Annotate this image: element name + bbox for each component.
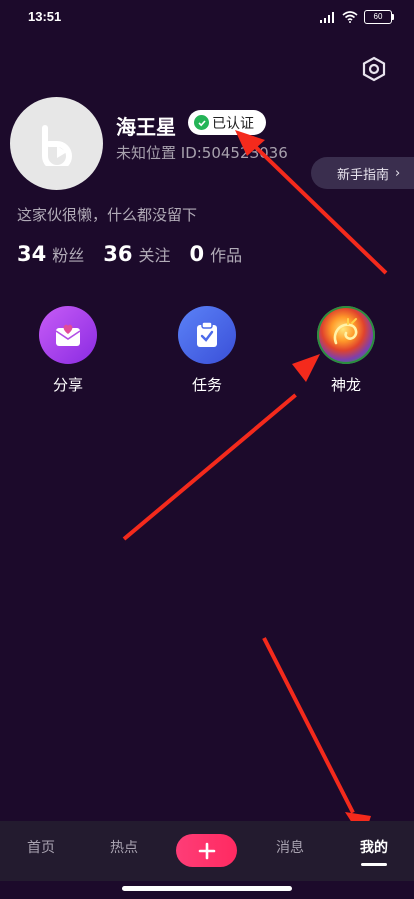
- stat-label: 关注: [138, 246, 171, 265]
- plus-icon: [198, 842, 215, 859]
- stat-number: 0: [189, 242, 205, 266]
- stat-label: 作品: [210, 246, 243, 265]
- chevron-right-icon: ›: [395, 165, 401, 181]
- add-button[interactable]: [176, 834, 237, 867]
- wifi-icon: [342, 11, 358, 23]
- stat-number: 36: [103, 242, 133, 266]
- nav-item-hot[interactable]: 热点: [110, 837, 138, 857]
- username: 海王星: [116, 115, 176, 139]
- nav-active-indicator: [361, 863, 387, 866]
- checkmark-icon: [194, 115, 209, 130]
- nav-item-messages[interactable]: 消息: [276, 837, 304, 857]
- dragon-icon: [317, 306, 375, 364]
- mail-heart-icon: [39, 306, 97, 364]
- nav-item-home[interactable]: 首页: [27, 837, 55, 857]
- annotation-arrow: [122, 393, 297, 541]
- home-indicator[interactable]: [122, 886, 292, 891]
- status-time: 13:51: [28, 9, 62, 24]
- avatar[interactable]: [10, 97, 103, 190]
- annotation-arrow: [262, 637, 355, 814]
- arrowhead-icon: [292, 354, 320, 382]
- status-icons: 60: [320, 10, 394, 24]
- guide-label: 新手指南: [337, 167, 390, 183]
- app-logo-icon: [41, 124, 72, 166]
- stats-row: 34 粉丝 36 关注 0 作品: [17, 242, 261, 266]
- gear-icon: [362, 56, 386, 82]
- guide-button[interactable]: 新手指南 ›: [311, 157, 414, 189]
- grid-label: 任务: [191, 376, 222, 394]
- bio: 这家伙很懒，什么都没留下: [17, 206, 198, 224]
- stat-fans[interactable]: 34 粉丝: [17, 242, 84, 266]
- grid-item-share[interactable]: 分享: [28, 306, 108, 395]
- battery-icon: 60: [364, 10, 394, 24]
- signal-icon: [320, 11, 334, 23]
- grid-item-task[interactable]: 任务: [167, 306, 247, 395]
- stat-number: 34: [17, 242, 47, 266]
- nav-item-me[interactable]: 我的: [360, 837, 388, 857]
- grid-label: 分享: [52, 376, 83, 394]
- settings-button[interactable]: [360, 55, 388, 83]
- stat-following[interactable]: 36 关注: [103, 242, 170, 266]
- stat-works[interactable]: 0 作品: [190, 242, 243, 266]
- status-bar: 13:51 60: [0, 0, 414, 34]
- stat-label: 粉丝: [52, 246, 85, 265]
- arrowhead-icon: [235, 130, 265, 156]
- clipboard-check-icon: [178, 306, 236, 364]
